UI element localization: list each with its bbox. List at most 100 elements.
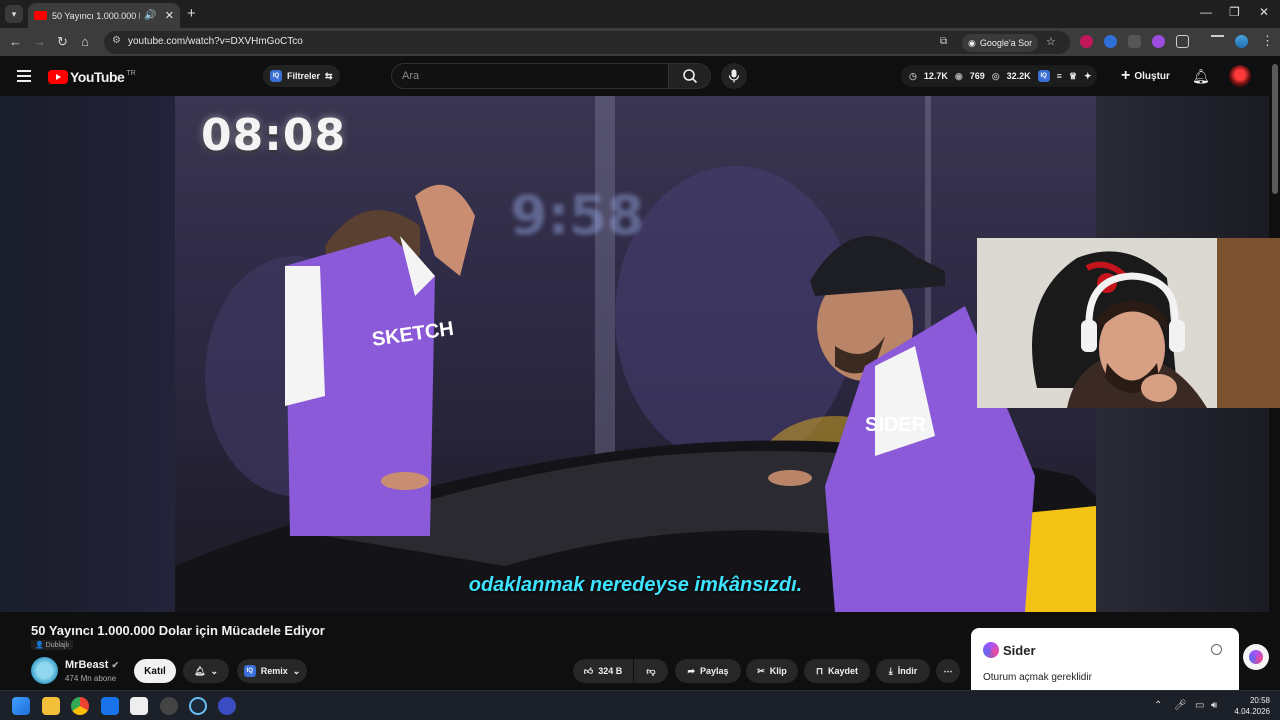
microphone-tray-icon[interactable]: 🎤︎: [1174, 700, 1187, 711]
jersey-text-2: SIDER: [865, 414, 927, 436]
account-avatar[interactable]: [1229, 65, 1251, 87]
tab-search-button[interactable]: ▾: [5, 5, 23, 23]
download-button[interactable]: ⤓ İndir: [876, 659, 930, 683]
menu-kebab-icon[interactable]: ⋮: [1261, 33, 1274, 49]
url-text: youtube.com/watch?v=DXVHmGoCTco: [128, 36, 303, 47]
address-bar[interactable]: ⚙ youtube.com/watch?v=DXVHmGoCTco ⧉ ◉ Go…: [104, 31, 1070, 54]
search-button[interactable]: [669, 63, 711, 89]
volume-icon[interactable]: 🔊︎: [1211, 700, 1217, 711]
hamburger-menu-icon[interactable]: [17, 70, 31, 85]
store-icon[interactable]: [130, 697, 148, 715]
remix-label: Remix: [260, 666, 288, 676]
restore-icon[interactable]: ❐: [1229, 5, 1240, 19]
clip-button[interactable]: ✂ Klip: [746, 659, 798, 683]
app-blue-icon[interactable]: [218, 697, 236, 715]
close-tab-icon[interactable]: ✕: [165, 9, 174, 22]
system-clock[interactable]: 20:58 4.04.2026: [1230, 695, 1270, 717]
browser-tab-active[interactable]: 50 Yayıncı 1.000.000 Dolar için Mücadele…: [28, 3, 180, 28]
voice-search-button[interactable]: [721, 63, 747, 89]
clock-app-icon[interactable]: [160, 697, 178, 715]
chevron-down-icon: ⌄: [210, 665, 218, 676]
cast-icon[interactable]: ⧉: [940, 36, 947, 47]
video-subtitle: odaklanmak neredeyse imkânsızdı.: [468, 574, 803, 596]
sider-logo-icon: [983, 642, 999, 658]
tab-title: 50 Yayıncı 1.000.000 Dolar için Mücadele…: [52, 10, 140, 21]
tray-chevron-icon[interactable]: ⌃: [1154, 700, 1162, 711]
google-ask-button[interactable]: ◉ Google'a Sor: [962, 34, 1039, 52]
sider-brain-icon: [1249, 650, 1263, 664]
iq-icon: IQ: [270, 70, 282, 82]
thumbs-down-icon: 👎︎: [646, 665, 656, 676]
share-button[interactable]: ➦ Paylaş: [675, 659, 741, 683]
extension-slash-icon[interactable]: [1128, 35, 1141, 48]
steam-icon[interactable]: [189, 697, 207, 715]
share-icon: ➦: [687, 665, 695, 676]
eye-open-icon: ◎: [991, 70, 1000, 81]
share-label: Paylaş: [700, 666, 729, 676]
minimize-icon[interactable]: —: [1200, 5, 1212, 19]
bookmark-star-icon[interactable]: ☆: [1046, 35, 1056, 48]
subscribe-bell-button[interactable]: 🔔︎ ⌄: [183, 659, 229, 683]
filters-button[interactable]: IQ Filtreler ⇆: [263, 65, 340, 87]
like-button[interactable]: 👍︎ 324 B: [573, 659, 633, 683]
more-actions-button[interactable]: ⋯: [936, 659, 960, 683]
thumbs-up-icon: 👍︎: [583, 665, 594, 676]
scrollbar-thumb[interactable]: [1272, 64, 1278, 194]
search-box[interactable]: [391, 63, 669, 89]
channel-avatar[interactable]: [31, 657, 58, 684]
outlook-icon[interactable]: [101, 697, 119, 715]
file-explorer-icon[interactable]: [42, 697, 60, 715]
sider-settings-icon[interactable]: [1211, 644, 1222, 655]
clock-time: 20:58: [1249, 696, 1270, 705]
sparkle-icon[interactable]: ✦: [1084, 71, 1092, 82]
video-player[interactable]: SKETCH SIDER 08:08 9:58 odaklanmak nered…: [175, 96, 1096, 612]
dubbed-badge: 👤 Dublajlı: [31, 640, 74, 650]
sliders-icon: ⇆: [325, 70, 333, 81]
chrome-icon[interactable]: [71, 697, 89, 715]
scissors-icon: ✂: [757, 665, 765, 676]
trophy-icon[interactable]: ♕: [1069, 71, 1077, 82]
save-button[interactable]: ⊓ Kaydet: [804, 659, 870, 683]
extension-sider-icon[interactable]: [1152, 35, 1165, 48]
windows-start-icon[interactable]: [12, 697, 30, 715]
create-button[interactable]: + Oluştur: [1115, 65, 1176, 87]
extension-record-icon[interactable]: [1080, 35, 1093, 48]
iq-remix-icon: IQ: [243, 665, 256, 677]
iq-stats-bar: ◷ 12.7K ◉ 769 ◎ 32.2K IQ ≡ ♕ ✦: [901, 65, 1097, 87]
channel-name-text[interactable]: MrBeast: [65, 659, 108, 671]
new-tab-button[interactable]: +: [187, 5, 196, 22]
extensions-puzzle-icon[interactable]: [1176, 35, 1189, 48]
channel-name[interactable]: MrBeast ✔: [65, 659, 119, 671]
remix-button[interactable]: IQ Remix ⌄: [237, 659, 307, 683]
dislike-button[interactable]: 👎︎: [634, 659, 668, 683]
back-icon[interactable]: ←: [9, 34, 22, 49]
create-label: Oluştur: [1134, 70, 1170, 82]
network-icon[interactable]: ▭: [1195, 700, 1204, 711]
notifications-bell-icon[interactable]: 🔔︎: [1192, 68, 1210, 85]
lens-icon: ◉: [968, 37, 976, 48]
download-icon: ⤓: [888, 665, 893, 676]
bell-icon: 🔔︎: [194, 665, 206, 676]
save-label: Kaydet: [828, 666, 859, 676]
windows-taskbar: ⌃ 🎤︎ ▭ 🔊︎ 20:58 4.04.2026: [0, 690, 1280, 720]
iq-badge-icon[interactable]: IQ: [1037, 70, 1050, 82]
profile-icon[interactable]: [1235, 35, 1248, 48]
stat-likes: 769: [969, 71, 985, 81]
search-input[interactable]: [402, 70, 642, 82]
speaker-icon[interactable]: 🔊: [144, 10, 156, 21]
extension-blue-icon[interactable]: [1104, 35, 1117, 48]
webcam-overlay: [977, 238, 1280, 408]
filters-label: Filtreler: [287, 71, 321, 81]
reload-icon[interactable]: ↻: [57, 34, 68, 50]
sider-float-button[interactable]: [1243, 644, 1269, 670]
list-icon[interactable]: ≡: [1057, 71, 1062, 81]
home-icon[interactable]: ⌂: [81, 34, 89, 49]
youtube-wordmark: YouTube: [70, 69, 125, 85]
site-info-icon[interactable]: ⚙: [112, 35, 121, 46]
youtube-logo[interactable]: YouTube TR: [48, 69, 136, 85]
join-button[interactable]: Katıl: [134, 659, 176, 683]
forward-icon[interactable]: →: [33, 34, 46, 49]
reading-list-icon[interactable]: [1211, 35, 1224, 43]
close-window-icon[interactable]: ✕: [1259, 5, 1269, 19]
youtube-header: YouTube TR IQ Filtreler ⇆ ◷ 12.7K ◉ 769 …: [0, 56, 1280, 96]
